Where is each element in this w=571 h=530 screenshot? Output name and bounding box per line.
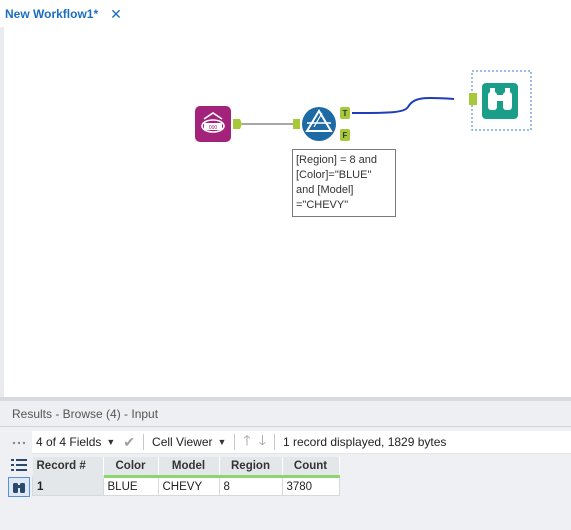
workflow-tab-bar: New Workflow1* ✕: [0, 0, 571, 28]
scroll-down-button[interactable]: 🡓: [255, 431, 270, 453]
table-header-row: Record # Color Model Region Count: [32, 457, 340, 478]
browse-view-icon[interactable]: [8, 477, 30, 497]
table-cell[interactable]: 1: [32, 476, 104, 496]
filter-true-anchor-label[interactable]: T: [343, 109, 348, 118]
column-header[interactable]: Color: [103, 457, 159, 478]
more-dots-icon[interactable]: [8, 433, 30, 453]
fields-selector[interactable]: 4 of 4 Fields ▼: [32, 431, 119, 453]
table-cell[interactable]: 8: [218, 476, 283, 496]
workflow-canvas[interactable]: 000 T F [Region] = 8 and [Color]="BLUE" …: [4, 27, 571, 397]
toolbar-divider: [234, 434, 236, 450]
arrow-down-icon: 🡓: [258, 432, 266, 448]
workflow-tab-title[interactable]: New Workflow1*: [5, 7, 98, 21]
table-cell[interactable]: BLUE: [102, 476, 159, 496]
table-view-icon[interactable]: [8, 455, 30, 475]
results-side-toolbar: [8, 433, 30, 499]
close-icon[interactable]: ✕: [110, 6, 122, 23]
workflow-tab[interactable]: New Workflow1* ✕: [5, 2, 122, 26]
chevron-down-icon: ▼: [106, 437, 116, 447]
column-header[interactable]: Region: [219, 457, 283, 478]
column-header[interactable]: Record #: [32, 457, 104, 478]
filter-expression-annotation: [Region] = 8 and [Color]="BLUE" and [Mod…: [292, 149, 396, 217]
scroll-up-button[interactable]: 🡑: [239, 431, 254, 453]
results-toolbar: 4 of 4 Fields ▼ ✔ Cell Viewer ▼ 🡑 🡓 1 re…: [32, 431, 571, 454]
results-pane: 4 of 4 Fields ▼ ✔ Cell Viewer ▼ 🡑 🡓 1 re…: [0, 427, 571, 530]
filter-tool[interactable]: [293, 107, 350, 141]
browse-tool[interactable]: [469, 70, 532, 131]
record-status: 1 record displayed, 1829 bytes: [282, 435, 447, 449]
toolbar-divider: [143, 434, 145, 450]
filter-false-anchor-label[interactable]: F: [343, 131, 348, 140]
table-cell[interactable]: 3780: [281, 476, 340, 496]
apply-checkmark-button[interactable]: ✔: [119, 431, 139, 453]
arrow-up-icon: 🡑: [243, 432, 251, 448]
cell-viewer-selector[interactable]: Cell Viewer ▼: [148, 431, 230, 453]
connector-filter-true-to-browse[interactable]: [351, 97, 455, 114]
column-header[interactable]: Model: [158, 457, 220, 478]
results-pane-header: Results - Browse (4) - Input: [0, 401, 571, 427]
results-title: Results - Browse (4) - Input: [12, 406, 159, 421]
cell-viewer-label: Cell Viewer: [152, 435, 213, 449]
table-cell[interactable]: CHEVY: [157, 476, 220, 496]
toolbar-divider: [273, 434, 275, 450]
fields-selector-label: 4 of 4 Fields: [36, 435, 102, 449]
results-table: Record # Color Model Region Count 1 BLUE…: [32, 457, 340, 496]
svg-text:000: 000: [209, 125, 218, 131]
table-row[interactable]: 1 BLUE CHEVY 8 3780: [32, 476, 340, 496]
column-header[interactable]: Count: [282, 457, 340, 478]
input-data-tool[interactable]: 000: [195, 106, 242, 142]
chevron-down-icon: ▼: [217, 437, 227, 447]
checkmark-icon: ✔: [123, 433, 136, 450]
